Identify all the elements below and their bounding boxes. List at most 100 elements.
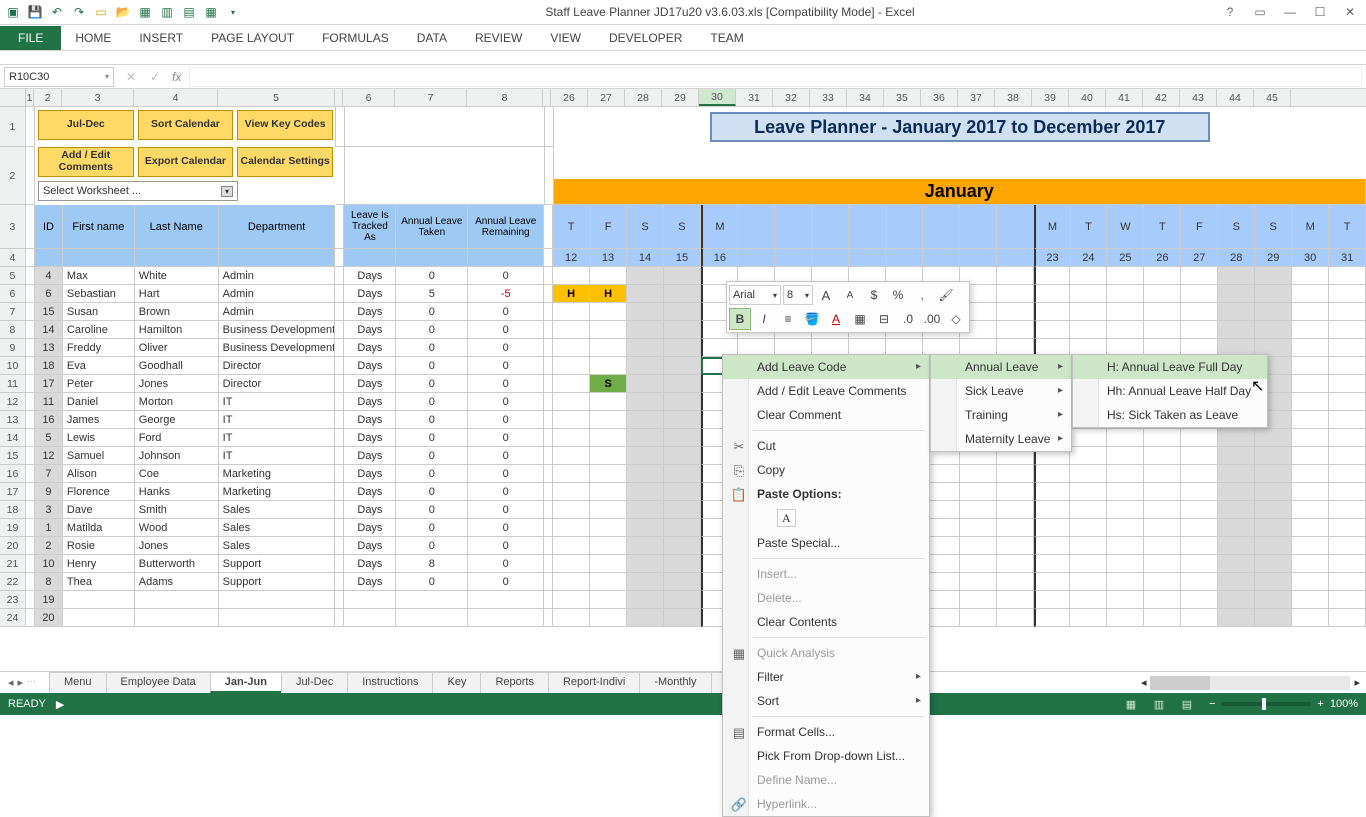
- context-menu-item[interactable]: Filter▸: [723, 665, 929, 689]
- cell[interactable]: [1292, 447, 1329, 465]
- cell[interactable]: [135, 609, 219, 627]
- cell[interactable]: [544, 447, 553, 465]
- cell[interactable]: [1292, 393, 1329, 411]
- cell[interactable]: [664, 537, 701, 555]
- cell[interactable]: [590, 357, 627, 375]
- cell[interactable]: Peter: [63, 375, 135, 393]
- qat-icon-1[interactable]: ▦: [136, 3, 154, 21]
- sheet-tab[interactable]: Key: [432, 672, 481, 693]
- cell[interactable]: [1292, 591, 1329, 609]
- cell[interactable]: [664, 285, 701, 303]
- cell[interactable]: [1218, 285, 1255, 303]
- cell[interactable]: [468, 249, 544, 267]
- panel-button[interactable]: View Key Codes: [237, 110, 333, 140]
- sheet-tab[interactable]: Report-Indivi: [548, 672, 640, 693]
- row-header[interactable]: 4: [0, 249, 26, 267]
- cell[interactable]: [26, 537, 35, 555]
- cell[interactable]: [1255, 303, 1292, 321]
- cell[interactable]: [627, 573, 664, 591]
- cell[interactable]: [544, 249, 553, 267]
- cell[interactable]: Florence: [63, 483, 135, 501]
- col-hdr[interactable]: 28: [625, 89, 662, 106]
- cell[interactable]: 0: [468, 555, 544, 573]
- sheet-tab[interactable]: Jul-Dec: [281, 672, 348, 693]
- cell[interactable]: IT: [219, 447, 336, 465]
- col-hdr[interactable]: 7: [395, 89, 467, 106]
- cell[interactable]: [553, 339, 590, 357]
- cell[interactable]: [590, 609, 627, 627]
- cell[interactable]: [1070, 537, 1107, 555]
- cell[interactable]: [997, 285, 1034, 303]
- align-center-icon[interactable]: ≡: [777, 308, 799, 330]
- cell[interactable]: 0: [468, 303, 544, 321]
- cell[interactable]: [1181, 591, 1218, 609]
- cell[interactable]: [1292, 303, 1329, 321]
- cell[interactable]: Smith: [135, 501, 219, 519]
- row-header[interactable]: 12: [0, 393, 26, 411]
- row-header[interactable]: 20: [0, 537, 26, 555]
- cell[interactable]: [1070, 303, 1107, 321]
- cell[interactable]: [1329, 267, 1366, 285]
- cell[interactable]: [1292, 285, 1329, 303]
- col-hdr[interactable]: 38: [995, 89, 1032, 106]
- cell[interactable]: M: [1034, 205, 1071, 249]
- cell[interactable]: 28: [1218, 249, 1255, 267]
- cell[interactable]: [590, 267, 627, 285]
- cell[interactable]: [1107, 591, 1144, 609]
- cell[interactable]: [26, 555, 35, 573]
- cell[interactable]: [627, 501, 664, 519]
- cell[interactable]: 7: [35, 465, 63, 483]
- col-hdr[interactable]: 6: [343, 89, 395, 106]
- cell[interactable]: [1107, 519, 1144, 537]
- cell[interactable]: [997, 205, 1034, 249]
- cell[interactable]: [335, 519, 344, 537]
- cell[interactable]: [1218, 609, 1255, 627]
- cell[interactable]: [849, 249, 886, 267]
- cell[interactable]: Matilda: [63, 519, 135, 537]
- cell[interactable]: [590, 555, 627, 573]
- cell[interactable]: [1255, 447, 1292, 465]
- cell[interactable]: [1181, 483, 1218, 501]
- cell[interactable]: T: [1144, 205, 1181, 249]
- cell[interactable]: 1: [35, 519, 63, 537]
- cell[interactable]: Thea: [63, 573, 135, 591]
- cell[interactable]: 16: [35, 411, 63, 429]
- cell[interactable]: [26, 339, 35, 357]
- cell[interactable]: [544, 609, 553, 627]
- context-menu-item[interactable]: Add / Edit Leave Comments: [723, 379, 929, 403]
- context-menu-item[interactable]: Hs: Sick Taken as Leave: [1073, 403, 1267, 427]
- bold-button[interactable]: B: [729, 308, 751, 330]
- cell[interactable]: [627, 375, 664, 393]
- col-hdr[interactable]: 2: [34, 89, 62, 106]
- cell[interactable]: [1329, 501, 1366, 519]
- cell[interactable]: 0: [468, 519, 544, 537]
- context-menu-item[interactable]: Paste Options:📋: [723, 482, 929, 506]
- tab-home[interactable]: HOME: [61, 26, 125, 50]
- cell[interactable]: [1107, 537, 1144, 555]
- cell[interactable]: [997, 609, 1034, 627]
- cell[interactable]: [627, 357, 664, 375]
- cell[interactable]: [627, 267, 664, 285]
- row-header[interactable]: 8: [0, 321, 26, 339]
- cell[interactable]: [1255, 573, 1292, 591]
- font-size-select[interactable]: 8▾: [783, 285, 813, 305]
- cell[interactable]: 29: [1255, 249, 1292, 267]
- cell[interactable]: [1218, 465, 1255, 483]
- cell[interactable]: Marketing: [219, 465, 336, 483]
- cancel-fx-icon[interactable]: ✕: [120, 70, 142, 84]
- zoom-out-icon[interactable]: −: [1209, 698, 1215, 710]
- cell[interactable]: [1181, 609, 1218, 627]
- cell[interactable]: [1218, 555, 1255, 573]
- cell[interactable]: [1292, 573, 1329, 591]
- cell[interactable]: [775, 249, 812, 267]
- cell[interactable]: [335, 483, 344, 501]
- cell[interactable]: 0: [468, 429, 544, 447]
- cell[interactable]: 14: [35, 321, 63, 339]
- cell[interactable]: [1329, 411, 1366, 429]
- cell[interactable]: [627, 465, 664, 483]
- col-hdr[interactable]: 26: [551, 89, 588, 106]
- cell[interactable]: Freddy: [63, 339, 135, 357]
- cell[interactable]: [627, 519, 664, 537]
- cell[interactable]: [1218, 573, 1255, 591]
- context-menu-item[interactable]: Maternity Leave▸: [931, 427, 1071, 451]
